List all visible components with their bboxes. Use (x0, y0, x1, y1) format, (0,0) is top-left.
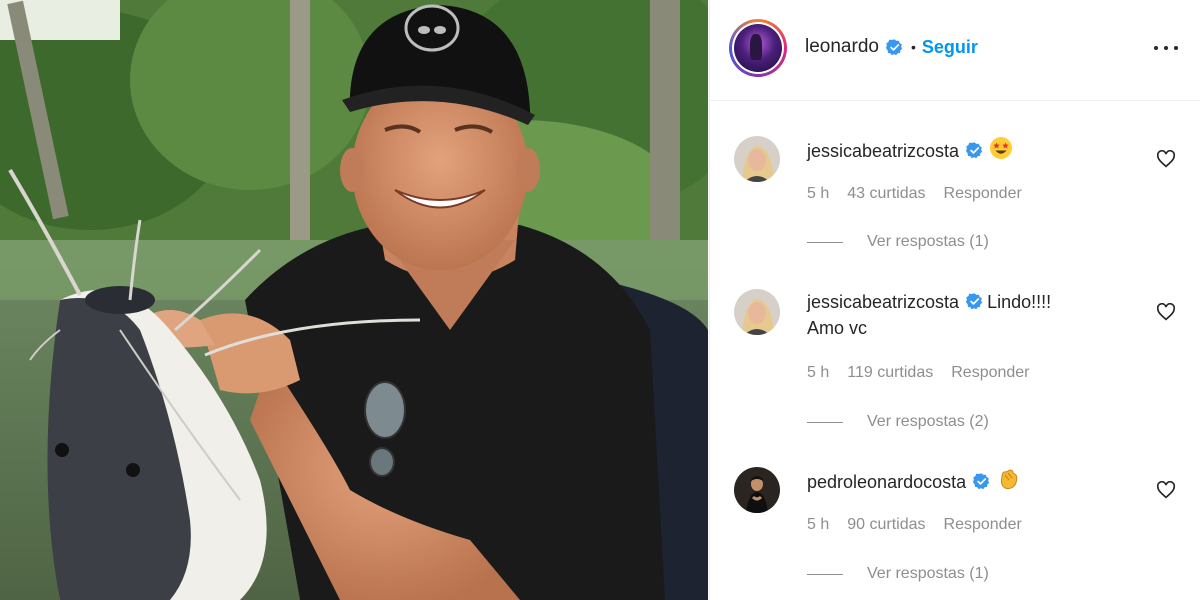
clapping-hands-emoji-icon (1001, 469, 1018, 490)
comment-body: pedroleonardocosta (807, 467, 1117, 495)
comment-body: jessicabeatrizcosta (807, 136, 1117, 164)
author-username[interactable]: leonardo (805, 36, 879, 58)
comment-time: 5 h (807, 516, 830, 533)
view-replies-label[interactable]: Ver respostas (1) (867, 233, 989, 251)
star-struck-emoji-icon (990, 137, 1013, 159)
verified-badge-icon (966, 293, 983, 310)
comment-meta: 5 h 90 curtidas Responder (807, 516, 1022, 534)
commenter-avatar[interactable] (734, 289, 780, 335)
view-replies-label[interactable]: Ver respostas (1) (867, 565, 989, 583)
comment-likes[interactable]: 119 curtidas (847, 364, 933, 382)
replies-divider (807, 421, 843, 423)
replies-divider (807, 573, 843, 575)
verified-badge-icon (966, 142, 983, 159)
comment-time: 5 h (807, 364, 830, 381)
heart-icon[interactable] (1156, 481, 1176, 499)
comment-meta: 5 h 43 curtidas Responder (807, 185, 1022, 203)
view-replies-label[interactable]: Ver respostas (2) (867, 413, 989, 431)
heart-icon[interactable] (1156, 303, 1176, 321)
verified-badge-icon (973, 473, 990, 490)
reply-button[interactable]: Responder (944, 516, 1022, 534)
reply-button[interactable]: Responder (944, 185, 1022, 203)
comment-likes[interactable]: 43 curtidas (847, 185, 925, 203)
comment-username[interactable]: jessicabeatrizcosta (807, 141, 959, 161)
view-replies-button[interactable]: Ver respostas (1) (807, 565, 989, 583)
comment-meta: 5 h 119 curtidas Responder (807, 364, 1030, 382)
view-replies-button[interactable]: Ver respostas (1) (807, 233, 989, 251)
comment-body: jessicabeatrizcosta Lindo!!!! Amo vc (807, 289, 1117, 341)
post-photo (0, 0, 708, 600)
comment-username[interactable]: jessicabeatrizcosta (807, 292, 959, 312)
commenter-avatar[interactable] (734, 136, 780, 182)
comment-text: Lindo!!!! (987, 292, 1052, 312)
verified-badge-icon (885, 38, 903, 55)
more-options-icon[interactable] (1154, 38, 1178, 58)
comment-username[interactable]: pedroleonardocosta (807, 472, 966, 492)
separator-dot: • (910, 39, 916, 55)
comment-time: 5 h (807, 185, 830, 202)
follow-button[interactable]: Seguir (922, 37, 978, 58)
heart-icon[interactable] (1156, 150, 1176, 168)
reply-button[interactable]: Responder (951, 364, 1029, 382)
replies-divider (807, 241, 843, 243)
author-avatar[interactable] (729, 19, 787, 77)
commenter-avatar[interactable] (734, 467, 780, 513)
author-info: leonardo • Seguir (805, 36, 978, 58)
view-replies-button[interactable]: Ver respostas (2) (807, 413, 989, 431)
post-image (0, 0, 708, 600)
comments-panel: leonardo • Seguir jessicabeatrizcosta 5 … (709, 0, 1200, 600)
comment-text-line2: Amo vc (807, 318, 868, 338)
comment-likes[interactable]: 90 curtidas (847, 516, 925, 534)
post-header: leonardo • Seguir (710, 0, 1200, 101)
